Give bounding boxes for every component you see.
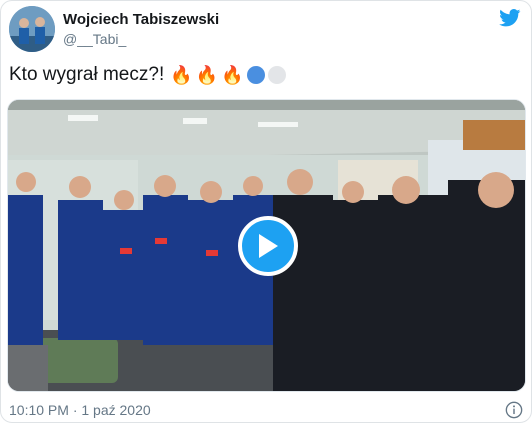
author-handle[interactable]: @__Tabi_: [63, 31, 126, 47]
play-button[interactable]: [238, 216, 298, 276]
blue-circle-icon: [246, 66, 265, 84]
fire-icon: 🔥: [170, 65, 193, 85]
fire-icon: 🔥: [195, 65, 219, 85]
twitter-bird-icon[interactable]: [499, 9, 521, 27]
video-thumbnail[interactable]: [7, 99, 526, 392]
timestamp[interactable]: 10:10 PM · 1 paź 2020: [9, 402, 151, 418]
info-icon[interactable]: [505, 401, 523, 419]
avatar[interactable]: [9, 6, 55, 52]
emoji-row: 🔥 🔥 🔥: [170, 65, 286, 85]
tweet-card: Wojciech Tabiszewski @__Tabi_ Kto wygrał…: [0, 0, 532, 423]
author-name[interactable]: Wojciech Tabiszewski: [63, 11, 219, 28]
tweet-text: Kto wygrał mecz?!: [9, 64, 165, 85]
play-icon: [259, 234, 278, 258]
avatar-image: [9, 6, 55, 52]
tweet-text-row: Kto wygrał mecz?! 🔥 🔥 🔥: [9, 64, 286, 86]
fire-icon: 🔥: [221, 65, 244, 85]
white-circle-icon: [267, 66, 286, 84]
